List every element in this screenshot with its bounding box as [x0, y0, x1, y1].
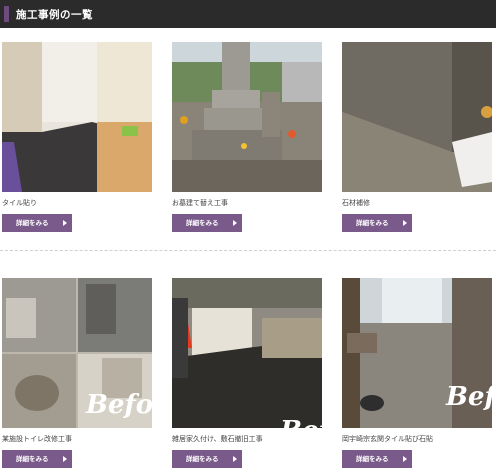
- detail-button-label: 詳細をみる: [356, 219, 389, 227]
- detail-button-label: 詳細をみる: [356, 455, 389, 463]
- detail-button[interactable]: 詳細をみる: [342, 214, 412, 232]
- case-caption: タイル貼り: [2, 199, 37, 207]
- case-caption: 某施設トイレ改修工事: [2, 435, 72, 443]
- case-photo[interactable]: [342, 42, 492, 192]
- chevron-right-icon: [233, 456, 237, 462]
- before-label: Before: [86, 390, 152, 420]
- detail-button-label: 詳細をみる: [186, 455, 219, 463]
- row-divider: [0, 250, 496, 251]
- detail-button-label: 詳細をみる: [16, 219, 49, 227]
- case-caption: 石材補修: [342, 199, 370, 207]
- detail-button[interactable]: 詳細をみる: [172, 450, 242, 468]
- detail-button-label: 詳細をみる: [186, 219, 219, 227]
- detail-button[interactable]: 詳細をみる: [2, 214, 72, 232]
- case-photo[interactable]: Befo: [172, 278, 322, 428]
- before-label: Befo: [446, 382, 492, 412]
- header-accent-bar: [4, 6, 9, 22]
- case-photo[interactable]: [172, 42, 322, 192]
- detail-button[interactable]: 詳細をみる: [342, 450, 412, 468]
- detail-button-label: 詳細をみる: [16, 455, 49, 463]
- detail-button[interactable]: 詳細をみる: [172, 214, 242, 232]
- case-caption: 岡宇崎宗玄関タイル貼び石貼: [342, 435, 433, 443]
- section-title: 施工事例の一覧: [16, 9, 93, 21]
- chevron-right-icon: [403, 456, 407, 462]
- case-photo[interactable]: [2, 42, 152, 192]
- chevron-right-icon: [233, 220, 237, 226]
- chevron-right-icon: [63, 220, 67, 226]
- case-caption: お墓建て替え工事: [172, 199, 228, 207]
- chevron-right-icon: [403, 220, 407, 226]
- chevron-right-icon: [63, 456, 67, 462]
- case-photo[interactable]: Befo: [342, 278, 492, 428]
- section-header: 施工事例の一覧: [0, 0, 496, 28]
- before-label: Befo: [280, 416, 322, 428]
- detail-button[interactable]: 詳細をみる: [2, 450, 72, 468]
- case-caption: 雑居家久付け、敷石撤旧工事: [172, 435, 263, 443]
- case-photo[interactable]: Before: [2, 278, 152, 428]
